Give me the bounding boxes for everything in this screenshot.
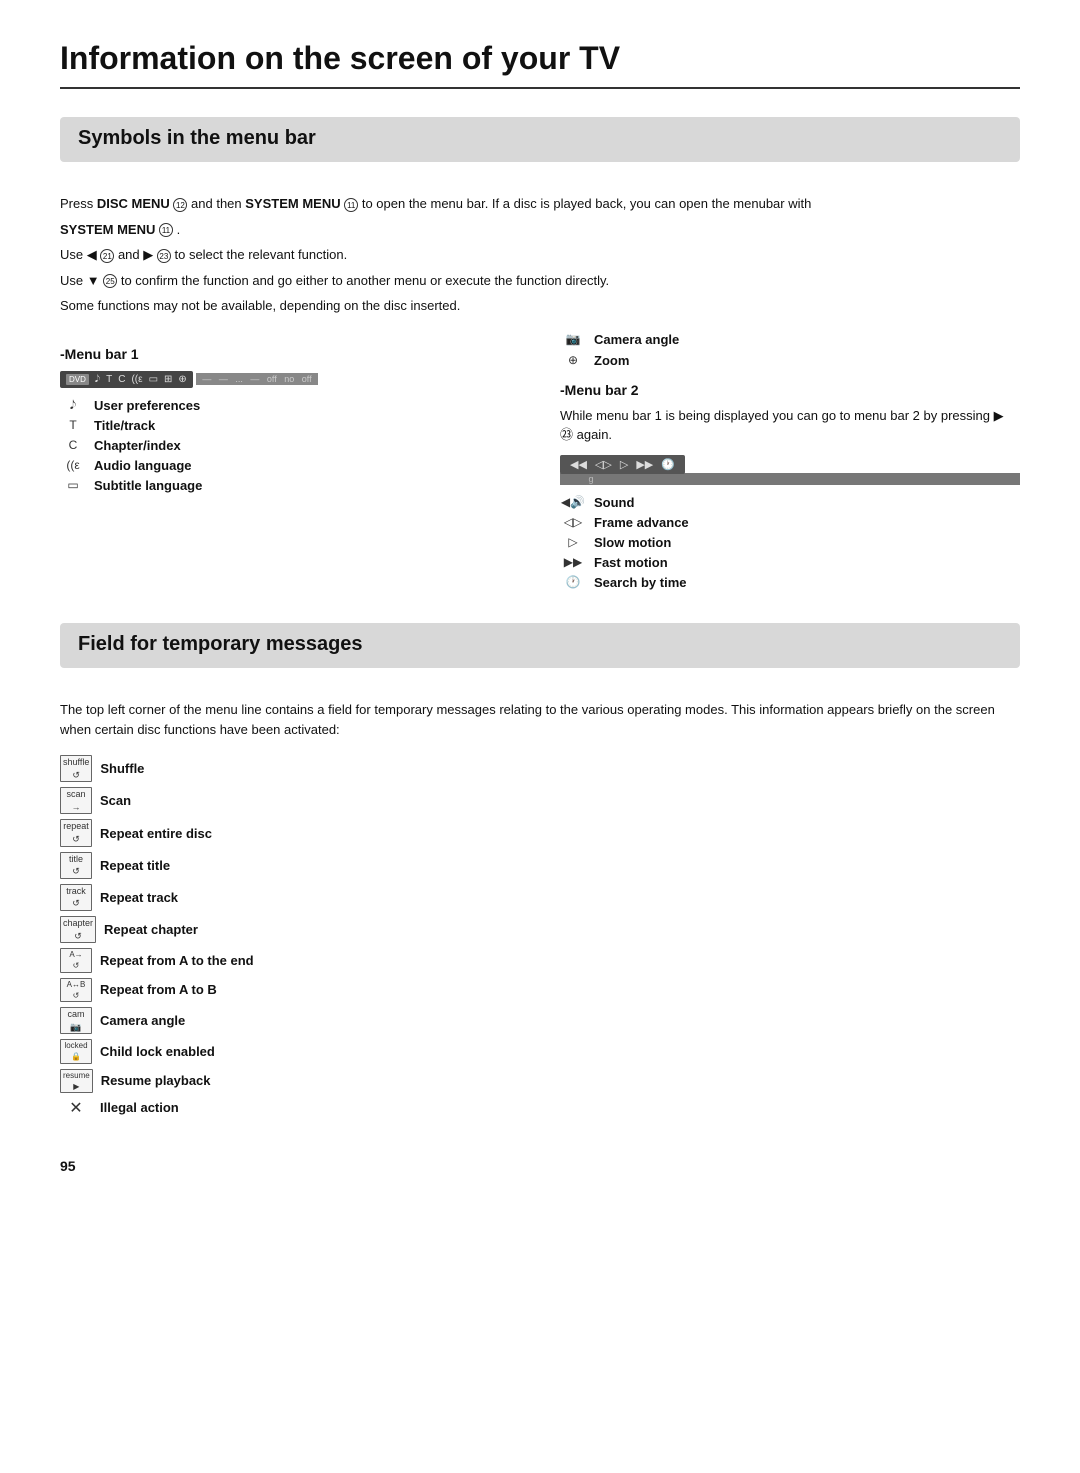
zoom-label: Zoom — [594, 353, 629, 368]
audio-lang-icon: ((ε — [60, 458, 86, 472]
repeat-track-item: track↺ Repeat track — [60, 884, 1020, 911]
menu-bar-1-heading: -Menu bar 1 — [60, 346, 520, 362]
sound-item: ◀🔊 Sound — [560, 495, 1020, 510]
repeat-a-b-icon: A↔B↺ — [60, 978, 92, 1002]
user-pref-icon: 𝅘𝅥𝅮 — [60, 398, 86, 413]
chapter-index-label: Chapter/index — [94, 438, 181, 453]
resume-playback-label: Resume playback — [101, 1073, 211, 1088]
repeat-disc-icon: repeat↺ — [60, 819, 92, 846]
camera-angle-item: 📷 Camera angle — [560, 332, 1020, 347]
camera-angle-field-label: Camera angle — [100, 1013, 185, 1028]
shuffle-icon: shuffle↺ — [60, 755, 92, 782]
chapter-index-icon: C — [60, 438, 86, 452]
menu-bar-2-col: 📷 Camera angle ⊕ Zoom -Menu bar 2 While … — [560, 332, 1020, 595]
shuffle-label: Shuffle — [100, 761, 144, 776]
frame-advance-item: ◁▷ Frame advance — [560, 515, 1020, 530]
search-by-time-icon: 🕐 — [560, 575, 586, 589]
sound-label: Sound — [594, 495, 634, 510]
zoom-item: ⊕ Zoom — [560, 353, 1020, 368]
camera-angle-field-item: cam📷 Camera angle — [60, 1007, 1020, 1034]
intro-text-system: SYSTEM MENU 11 . — [60, 220, 1020, 240]
title-track-label: Title/track — [94, 418, 155, 433]
repeat-track-icon: track↺ — [60, 884, 92, 911]
subtitle-lang-item: ▭ Subtitle language — [60, 478, 520, 493]
shuffle-item: shuffle↺ Shuffle — [60, 755, 1020, 782]
field-content: The top left corner of the menu line con… — [60, 686, 1020, 1118]
fast-motion-label: Fast motion — [594, 555, 668, 570]
intro-text-3: Use ▼ 25 to confirm the function and go … — [60, 271, 1020, 291]
field-intro: The top left corner of the menu line con… — [60, 700, 1020, 742]
symbols-heading: Symbols in the menu bar — [78, 127, 1002, 150]
illegal-action-item: ✕ Illegal action — [60, 1098, 1020, 1118]
slow-motion-item: ▷ Slow motion — [560, 535, 1020, 550]
title-track-icon: T — [60, 418, 86, 432]
child-lock-label: Child lock enabled — [100, 1044, 215, 1059]
menu-bar-2-heading: -Menu bar 2 — [560, 382, 1020, 398]
intro-text-2: Use ◀ 21 and ▶ 23 to select the relevant… — [60, 245, 1020, 265]
audio-lang-label: Audio language — [94, 458, 192, 473]
intro-text-4: Some functions may not be available, dep… — [60, 296, 1020, 316]
audio-lang-item: ((ε Audio language — [60, 458, 520, 473]
frame-advance-label: Frame advance — [594, 515, 689, 530]
repeat-disc-item: repeat↺ Repeat entire disc — [60, 819, 1020, 846]
intro-text-1: Press DISC MENU 12 and then SYSTEM MENU … — [60, 194, 1020, 214]
repeat-a-b-item: A↔B↺ Repeat from A to B — [60, 978, 1020, 1002]
child-lock-icon: locked🔒 — [60, 1039, 92, 1063]
repeat-disc-label: Repeat entire disc — [100, 826, 212, 841]
subtitle-lang-label: Subtitle language — [94, 478, 202, 493]
repeat-a-b-label: Repeat from A to B — [100, 982, 217, 997]
repeat-chapter-label: Repeat chapter — [104, 922, 198, 937]
slow-motion-icon: ▷ — [560, 535, 586, 549]
repeat-a-end-label: Repeat from A to the end — [100, 953, 254, 968]
repeat-a-end-item: A→↺ Repeat from A to the end — [60, 948, 1020, 972]
menu-bar-1-col: -Menu bar 1 DVD 𝅘𝅥𝅮 T C ((ε ▭ ⊞ ⊕ — — ..… — [60, 332, 520, 595]
camera-angle-icon: 📷 — [560, 332, 586, 346]
field-heading: Field for temporary messages — [78, 633, 1002, 656]
user-pref-item: 𝅘𝅥𝅮 User preferences — [60, 398, 520, 413]
title-track-item: T Title/track — [60, 418, 520, 433]
chapter-index-item: C Chapter/index — [60, 438, 520, 453]
resume-playback-item: resume▶ Resume playback — [60, 1069, 1020, 1093]
slow-motion-label: Slow motion — [594, 535, 671, 550]
fast-motion-icon: ▶▶ — [560, 555, 586, 569]
menu-bar-2-intro: While menu bar 1 is being displayed you … — [560, 406, 1020, 445]
fast-motion-item: ▶▶ Fast motion — [560, 555, 1020, 570]
field-section-box: Field for temporary messages — [60, 623, 1020, 668]
symbols-content: Press DISC MENU 12 and then SYSTEM MENU … — [60, 180, 1020, 595]
dvd-label: DVD — [66, 374, 89, 385]
illegal-action-label: Illegal action — [100, 1100, 179, 1115]
zoom-icon: ⊕ — [560, 353, 586, 367]
repeat-title-label: Repeat title — [100, 858, 170, 873]
frame-advance-icon: ◁▷ — [560, 515, 586, 529]
resume-playback-icon: resume▶ — [60, 1069, 93, 1093]
illegal-action-icon: ✕ — [60, 1098, 92, 1118]
symbols-section: Symbols in the menu bar — [60, 117, 1020, 162]
camera-angle-label: Camera angle — [594, 332, 679, 347]
repeat-a-end-icon: A→↺ — [60, 948, 92, 972]
sound-icon: ◀🔊 — [560, 495, 586, 509]
repeat-track-label: Repeat track — [100, 890, 178, 905]
scan-item: scan→ Scan — [60, 787, 1020, 814]
repeat-title-item: title↺ Repeat title — [60, 852, 1020, 879]
search-by-time-label: Search by time — [594, 575, 687, 590]
camera-angle-field-icon: cam📷 — [60, 1007, 92, 1034]
child-lock-item: locked🔒 Child lock enabled — [60, 1039, 1020, 1063]
subtitle-lang-icon: ▭ — [60, 478, 86, 492]
repeat-chapter-icon: chapter↺ — [60, 916, 96, 943]
scan-label: Scan — [100, 793, 131, 808]
page-title: Information on the screen of your TV — [60, 40, 1020, 89]
user-pref-label: User preferences — [94, 398, 200, 413]
search-by-time-item: 🕐 Search by time — [560, 575, 1020, 590]
repeat-chapter-item: chapter↺ Repeat chapter — [60, 916, 1020, 943]
scan-icon: scan→ — [60, 787, 92, 814]
repeat-title-icon: title↺ — [60, 852, 92, 879]
page-number: 95 — [60, 1158, 1020, 1174]
